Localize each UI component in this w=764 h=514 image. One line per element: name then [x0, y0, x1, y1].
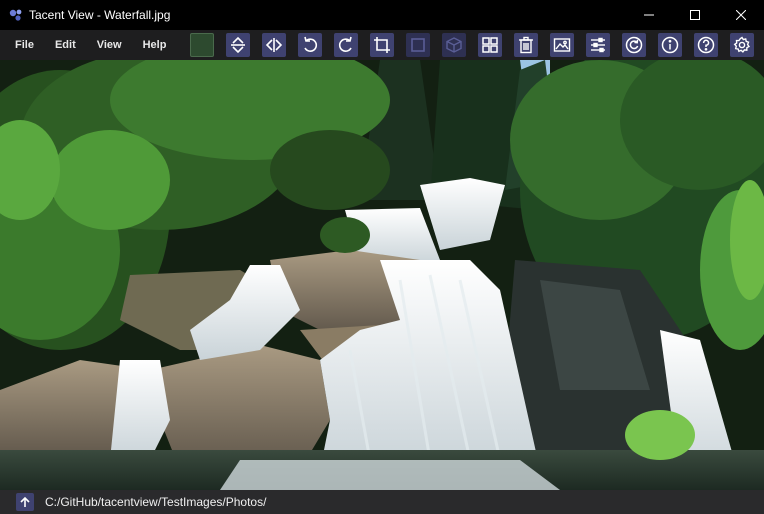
parent-folder-button[interactable]: [16, 493, 34, 511]
thumbnail-view-button[interactable]: [478, 33, 502, 57]
cube-button[interactable]: [442, 33, 466, 57]
flip-vertical-icon: [231, 36, 245, 54]
flip-horizontal-button[interactable]: [262, 33, 286, 57]
rotate-ccw-icon: [304, 36, 318, 52]
sliders-icon: [591, 37, 605, 53]
flip-horizontal-icon: [265, 38, 283, 52]
rotate-cw-icon: [338, 36, 352, 52]
info-button[interactable]: [658, 33, 682, 57]
current-path: C:/GitHub/tacentview/TestImages/Photos/: [45, 495, 267, 509]
background-color-swatch[interactable]: [190, 33, 214, 57]
arrow-up-icon: [20, 496, 30, 507]
refresh-button[interactable]: [622, 33, 646, 57]
refresh-icon: [625, 36, 643, 54]
status-bar: C:/GitHub/tacentview/TestImages/Photos/: [0, 490, 764, 514]
set-wallpaper-button[interactable]: [550, 33, 574, 57]
delete-button[interactable]: [514, 33, 538, 57]
gear-icon: [733, 36, 751, 53]
window-controls: [626, 0, 764, 30]
crop-button[interactable]: [370, 33, 394, 57]
preferences-button[interactable]: [730, 33, 754, 57]
close-button[interactable]: [718, 0, 764, 30]
crop-icon: [374, 37, 390, 53]
minimize-icon: [644, 14, 654, 16]
menu-view[interactable]: View: [82, 39, 122, 51]
maximize-button[interactable]: [672, 0, 718, 30]
image-viewport[interactable]: [0, 60, 764, 490]
rotate-cw-button[interactable]: [334, 33, 358, 57]
tacent-view-logo-icon: [9, 9, 22, 21]
layer-button[interactable]: [406, 33, 430, 57]
help-icon: [697, 36, 715, 54]
flip-vertical-button[interactable]: [226, 33, 250, 57]
title-bar: Tacent View - Waterfall.jpg: [0, 0, 764, 30]
menu-edit[interactable]: Edit: [40, 39, 76, 51]
window-title: Tacent View - Waterfall.jpg: [29, 8, 171, 22]
trash-icon: [519, 36, 533, 54]
maximize-icon: [690, 10, 700, 20]
grid-icon: [482, 37, 498, 53]
minimize-button[interactable]: [626, 0, 672, 30]
cube-icon: [446, 37, 462, 53]
rotate-ccw-button[interactable]: [298, 33, 322, 57]
info-icon: [661, 36, 679, 54]
waterfall-photo: [0, 60, 764, 490]
close-icon: [736, 10, 746, 20]
layer-icon: [411, 38, 425, 52]
menu-file[interactable]: File: [0, 39, 34, 51]
image-icon: [553, 38, 571, 52]
adjust-button[interactable]: [586, 33, 610, 57]
help-button[interactable]: [694, 33, 718, 57]
menu-help[interactable]: Help: [128, 39, 167, 51]
